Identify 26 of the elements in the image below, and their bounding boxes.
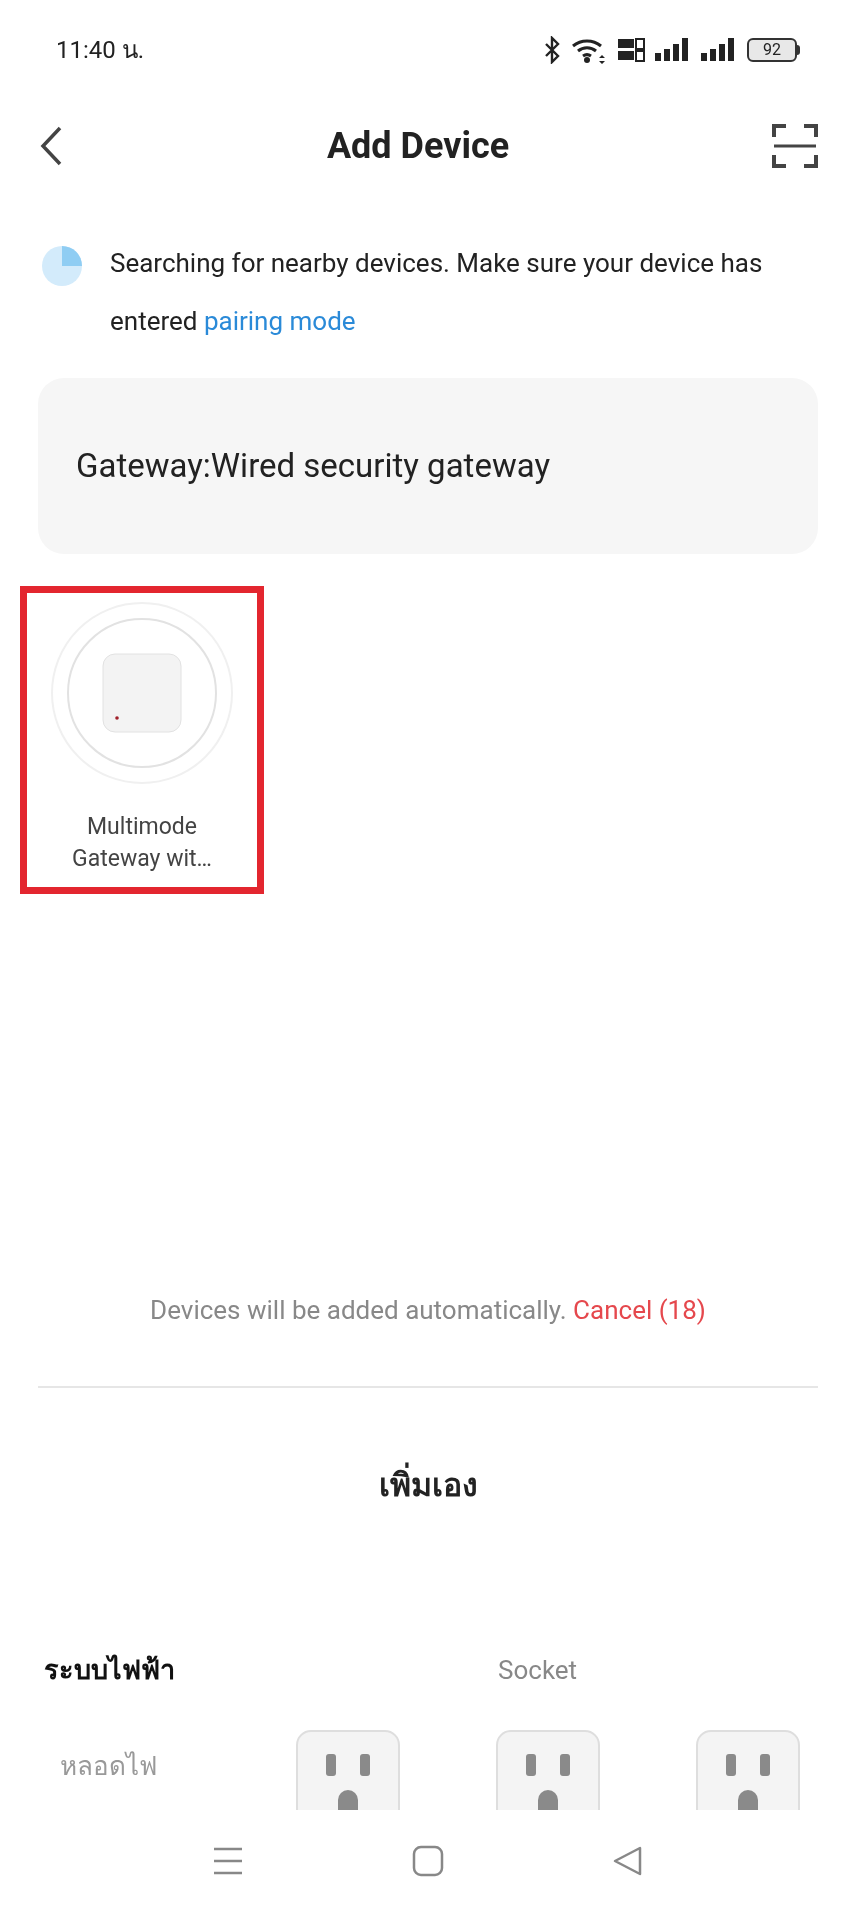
menu-icon[interactable] (212, 1845, 244, 1877)
battery-indicator: 92 (747, 38, 797, 62)
group-title: Socket (498, 1654, 578, 1687)
signal-icon (655, 37, 691, 63)
socket-icon[interactable] (696, 1730, 800, 1810)
scan-icon[interactable] (772, 123, 818, 169)
home-icon[interactable] (412, 1845, 444, 1877)
category-item[interactable]: ระบบไฟฟ้า (0, 1650, 240, 1690)
category-title: Gateway:Wired security gateway (76, 445, 550, 488)
device-name: Multimode Gateway wit… (71, 812, 213, 874)
socket-icon[interactable] (496, 1730, 600, 1810)
back-nav-icon[interactable] (612, 1845, 644, 1877)
auto-add-notice: Devices will be added automatically. Cancel (18) (149, 1294, 707, 1327)
category-item[interactable]: หลอดไฟ (0, 1746, 240, 1786)
cancel-link[interactable]: Cancel (18) (573, 1295, 706, 1325)
page-title: Add Device (326, 124, 510, 169)
manual-add-title: เพิ่มเอง (378, 1460, 478, 1510)
search-notice: Searching for nearby devices. Make sure your device has entered pairing mode (110, 247, 764, 338)
status-time: 11:40 น. (56, 35, 145, 66)
socket-icon[interactable] (296, 1730, 400, 1810)
bluetooth-icon (543, 36, 561, 64)
device-tile[interactable]: Multimode Gateway wit… (20, 586, 264, 894)
progress-spinner (42, 246, 82, 286)
pairing-mode-link[interactable]: pairing mode (203, 306, 356, 336)
signal-icon (701, 37, 737, 63)
back-icon[interactable] (38, 125, 64, 167)
